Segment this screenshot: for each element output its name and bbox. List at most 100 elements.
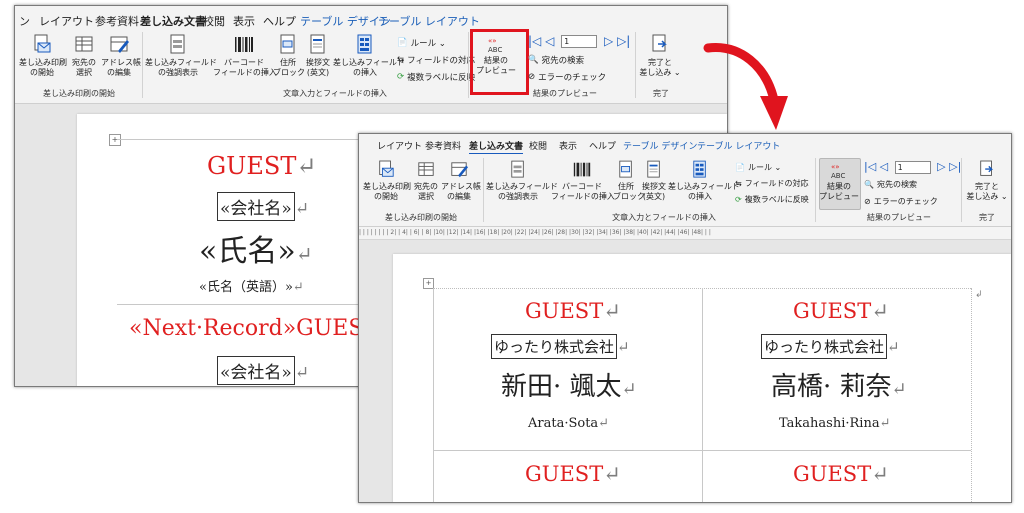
company-value: ゆったり株式会社 ↵ bbox=[491, 334, 630, 359]
address-block-icon bbox=[280, 34, 295, 54]
name-field[interactable]: «氏名»↵ bbox=[199, 226, 312, 270]
horizontal-ruler[interactable]: | | | | | | | | 2| | 4| | 6| | 8| |10| |… bbox=[359, 227, 1011, 240]
address-block-button[interactable]: 住所 ブロック bbox=[613, 160, 645, 202]
first-record-button[interactable]: |◁ bbox=[528, 34, 541, 48]
group-label-start: 差し込み印刷の開始 bbox=[385, 213, 457, 222]
tab-mailings[interactable]: 差し込み文書 bbox=[469, 139, 524, 155]
recipients-icon bbox=[75, 36, 93, 52]
check-errors-icon: ⊘ bbox=[864, 197, 871, 206]
guest-text: GUEST↵ bbox=[525, 299, 621, 323]
tab-table-design[interactable]: テーブル デザイン bbox=[623, 139, 697, 152]
match-fields-icon: ⇆ bbox=[735, 179, 742, 188]
insert-merge-field-button[interactable]: 差し込みフィールド の挿入 bbox=[333, 34, 405, 78]
update-labels-button[interactable]: ⟳ 複数ラベルに反映 bbox=[397, 72, 475, 84]
tab-references[interactable]: 参考資料 bbox=[425, 139, 461, 152]
edit-recipient-list-button[interactable]: アドレス帳 の編集 bbox=[101, 34, 141, 78]
previous-record-button[interactable]: ◁ bbox=[880, 160, 888, 173]
rules-button[interactable]: 📄 ルール ⌄ bbox=[735, 162, 781, 173]
company-field-2[interactable]: «会社名» ↵ bbox=[217, 356, 309, 385]
barcode-button[interactable]: バーコード フィールドの挿入 bbox=[551, 160, 615, 202]
barcode-icon bbox=[573, 162, 591, 177]
tab-review[interactable]: 校閲 bbox=[203, 13, 225, 29]
greeting-line-button[interactable]: 挨拶文 (英文) bbox=[640, 160, 668, 202]
ribbon-tabs: レイアウト 参考資料 差し込み文書 校閲 表示 ヘルプ テーブル デザイン テー… bbox=[359, 134, 1011, 155]
recipients-icon bbox=[418, 162, 434, 176]
document-page[interactable]: + ↲ GUEST↵ ゆったり株式会社 ↵ 新田· 颯太↵ Arata·Sota↵… bbox=[393, 254, 1011, 502]
tab-view[interactable]: 表示 bbox=[233, 13, 255, 29]
start-mail-merge-button[interactable]: 差し込み印刷 の開始 bbox=[363, 160, 411, 202]
update-labels-button[interactable]: ⟳ 複数ラベルに反映 bbox=[735, 194, 809, 205]
tab-help[interactable]: ヘルプ bbox=[589, 139, 616, 152]
next-record-field[interactable]: «Next·Record»GUES bbox=[129, 316, 363, 341]
address-block-icon bbox=[619, 160, 632, 178]
match-fields-button[interactable]: ⇆ フィールドの対応 bbox=[397, 55, 475, 67]
tab-references[interactable]: 参考資料 bbox=[95, 13, 139, 29]
preview-results-button[interactable]: «» ABC 結果の プレビュー bbox=[819, 162, 859, 202]
check-errors-button[interactable]: ⊘ エラーのチェック bbox=[864, 196, 938, 207]
tab-review[interactable]: 校閲 bbox=[529, 139, 547, 152]
tab-view[interactable]: 表示 bbox=[559, 139, 577, 152]
guest-text: GUEST↵ bbox=[207, 152, 317, 180]
update-labels-icon: ⟳ bbox=[397, 72, 405, 82]
record-number-input[interactable]: 1 bbox=[894, 160, 931, 174]
address-block-button[interactable]: 住所 ブロック bbox=[273, 34, 305, 78]
ribbon: 差し込み印刷 の開始 宛先の 選択 アドレス帳 の編集 差し込み印刷の開始 差し… bbox=[15, 28, 727, 104]
first-record-button[interactable]: |◁ bbox=[864, 160, 876, 173]
record-number-input[interactable]: 1 bbox=[561, 35, 598, 48]
find-recipient-icon: 🔍 bbox=[864, 180, 874, 189]
update-labels-icon: ⟳ bbox=[735, 195, 742, 204]
check-errors-icon: ⊘ bbox=[528, 72, 536, 82]
find-recipient-button[interactable]: 🔍 宛先の検索 bbox=[864, 179, 917, 190]
greeting-line-button[interactable]: 挨拶文 (英文) bbox=[303, 34, 333, 78]
check-errors-button[interactable]: ⊘ エラーのチェック bbox=[528, 72, 606, 84]
select-recipients-button[interactable]: 宛先の 選択 bbox=[411, 160, 441, 202]
tab-table-layout[interactable]: テーブル レイアウト bbox=[697, 139, 780, 152]
barcode-icon bbox=[235, 37, 253, 52]
start-mail-merge-button[interactable]: 差し込み印刷 の開始 bbox=[19, 34, 67, 78]
rules-button[interactable]: 📄 ルール ⌄ bbox=[397, 38, 446, 50]
match-fields-button[interactable]: ⇆ フィールドの対応 bbox=[735, 178, 809, 189]
finish-merge-button[interactable]: 完了と 差し込み ⌄ bbox=[639, 34, 681, 78]
record-navigation: |◁ ◁ 1 ▷ ▷| bbox=[864, 160, 961, 174]
insert-merge-field-button[interactable]: 差し込みフィールド の挿入 bbox=[668, 160, 740, 202]
next-record-button[interactable]: ▷ bbox=[937, 160, 945, 173]
finish-merge-icon bbox=[980, 160, 994, 176]
last-record-button[interactable]: ▷| bbox=[617, 34, 630, 48]
tab-layout[interactable]: レイアウト bbox=[39, 13, 94, 29]
table-move-handle[interactable]: + bbox=[109, 134, 121, 146]
edit-list-icon bbox=[110, 36, 129, 53]
highlight-fields-icon bbox=[511, 160, 524, 178]
tab-help[interactable]: ヘルプ bbox=[263, 13, 296, 29]
barcode-button[interactable]: バーコード フィールドの挿入 bbox=[213, 34, 277, 78]
start-mail-merge-icon bbox=[379, 160, 394, 177]
greeting-line-icon bbox=[647, 160, 660, 178]
highlight-fields-button[interactable]: 差し込みフィールド の強調表示 bbox=[145, 34, 217, 78]
edit-recipient-list-button[interactable]: アドレス帳 の編集 bbox=[441, 160, 481, 202]
red-arrow-icon bbox=[703, 43, 788, 130]
document-area[interactable]: + ↲ GUEST↵ ゆったり株式会社 ↵ 新田· 颯太↵ Arata·Sota↵… bbox=[359, 240, 1011, 502]
company-field[interactable]: «会社名» ↵ bbox=[217, 192, 309, 221]
ribbon: 差し込み印刷 の開始 宛先の 選択 アドレス帳 の編集 差し込み印刷の開始 差し… bbox=[359, 154, 1011, 227]
name-value: 新田· 颯太↵ bbox=[501, 372, 637, 402]
english-name-field[interactable]: «氏名（英語）»↵ bbox=[199, 276, 304, 295]
table-border bbox=[433, 288, 434, 502]
word-window-after: レイアウト 参考資料 差し込み文書 校閲 表示 ヘルプ テーブル デザイン テー… bbox=[358, 133, 1012, 503]
finish-merge-button[interactable]: 完了と 差し込み ⌄ bbox=[965, 160, 1009, 202]
group-label-preview: 結果のプレビュー bbox=[867, 213, 931, 222]
next-record-button[interactable]: ▷ bbox=[604, 34, 613, 48]
tab-table-layout[interactable]: テーブル レイアウト bbox=[378, 13, 480, 29]
previous-record-button[interactable]: ◁ bbox=[545, 34, 554, 48]
highlight-fields-button[interactable]: 差し込みフィールド の強調表示 bbox=[486, 160, 558, 202]
group-label-start: 差し込み印刷の開始 bbox=[43, 89, 115, 98]
find-recipient-button[interactable]: 🔍 宛先の検索 bbox=[528, 55, 584, 67]
select-recipients-button[interactable]: 宛先の 選択 bbox=[67, 34, 101, 78]
table-border bbox=[971, 288, 973, 502]
insert-field-icon bbox=[357, 34, 372, 54]
preview-button-highlight bbox=[470, 29, 529, 95]
svg-text:«»: «» bbox=[831, 163, 840, 171]
tab-layout[interactable]: レイアウト bbox=[377, 139, 422, 152]
last-record-button[interactable]: ▷| bbox=[949, 160, 961, 173]
name-value: 高橋· 莉奈↵ bbox=[771, 372, 907, 402]
finish-merge-icon bbox=[652, 34, 667, 52]
tab-design[interactable]: ン bbox=[19, 13, 30, 29]
